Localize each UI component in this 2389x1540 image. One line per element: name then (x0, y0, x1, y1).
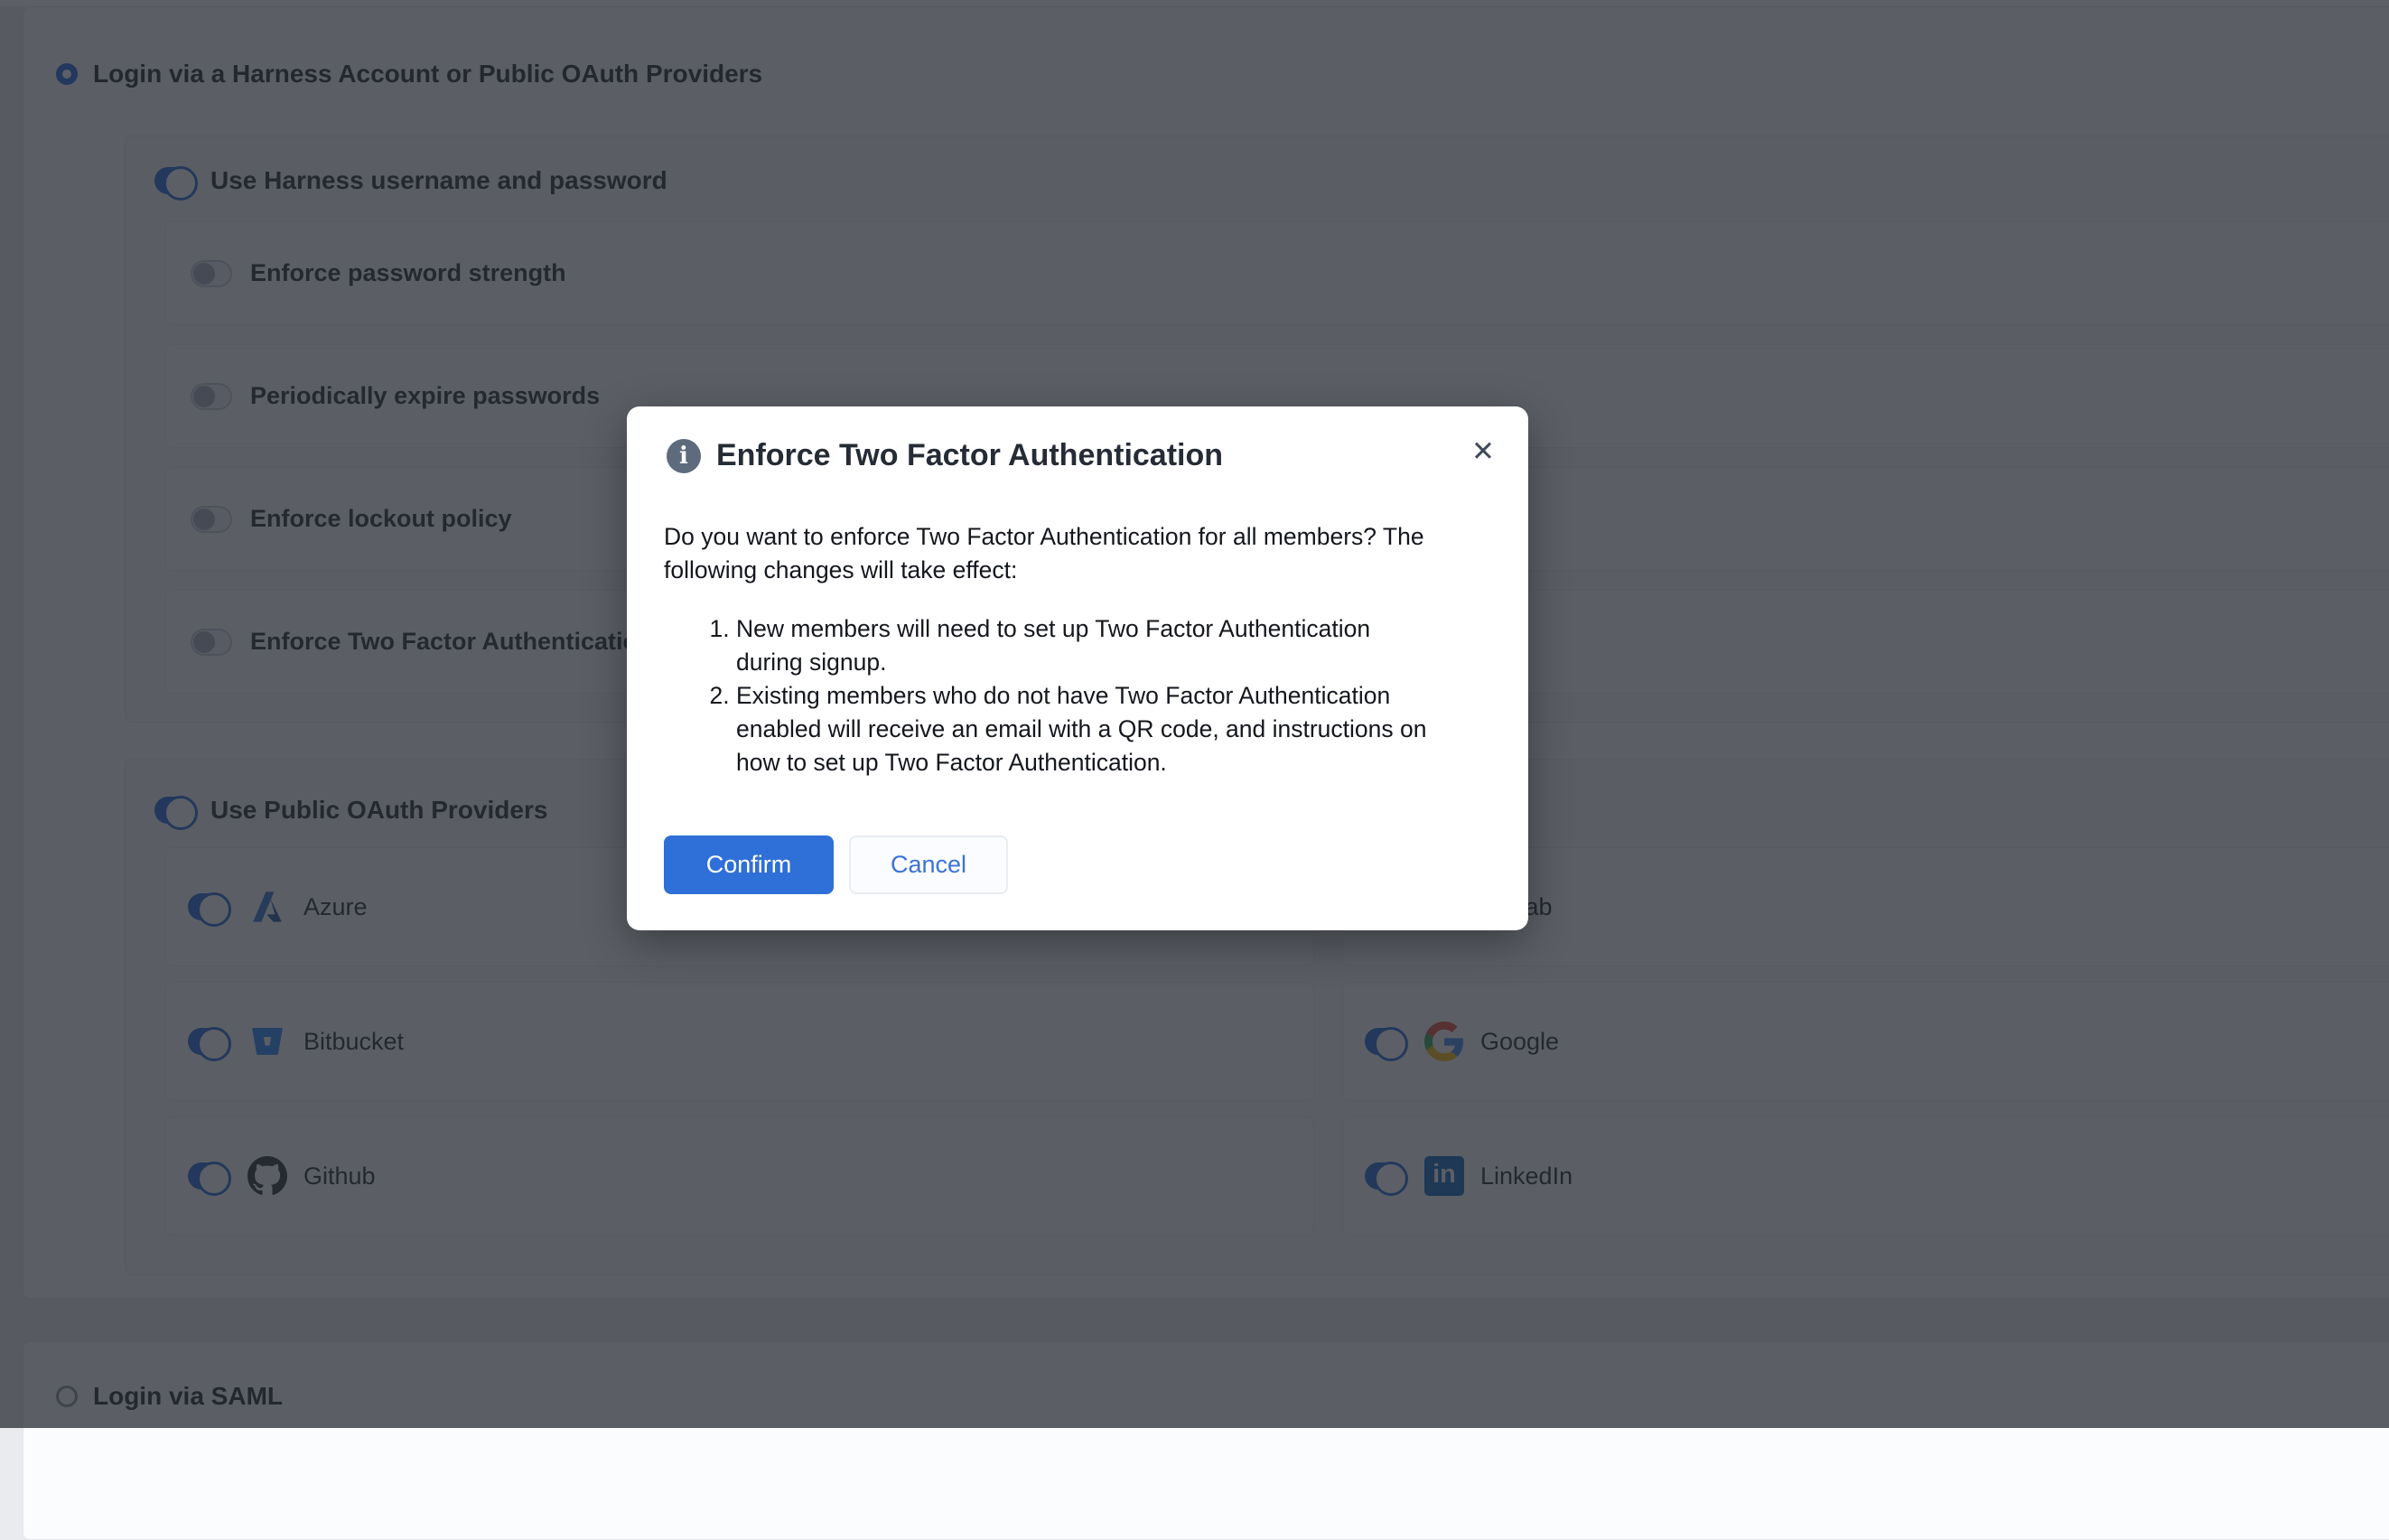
dialog-body: Do you want to enforce Two Factor Authen… (664, 520, 1433, 779)
confirm-button[interactable]: Confirm (664, 835, 834, 894)
cancel-button[interactable]: Cancel (849, 835, 1008, 894)
info-icon: i (667, 439, 701, 473)
close-icon[interactable]: ✕ (1463, 432, 1503, 471)
dialog-change-item: New members will need to set up Two Fact… (736, 612, 1433, 679)
dialog-actions: Confirm Cancel (664, 835, 1008, 894)
dialog-intro-text: Do you want to enforce Two Factor Authen… (664, 520, 1433, 587)
dialog-change-item: Existing members who do not have Two Fac… (736, 679, 1433, 779)
dialog-change-list: New members will need to set up Two Fact… (664, 612, 1433, 779)
dialog-header: i Enforce Two Factor Authentication (667, 438, 1223, 473)
dialog-title: Enforce Two Factor Authentication (716, 438, 1223, 473)
two-factor-confirm-dialog: i Enforce Two Factor Authentication ✕ Do… (627, 406, 1528, 930)
